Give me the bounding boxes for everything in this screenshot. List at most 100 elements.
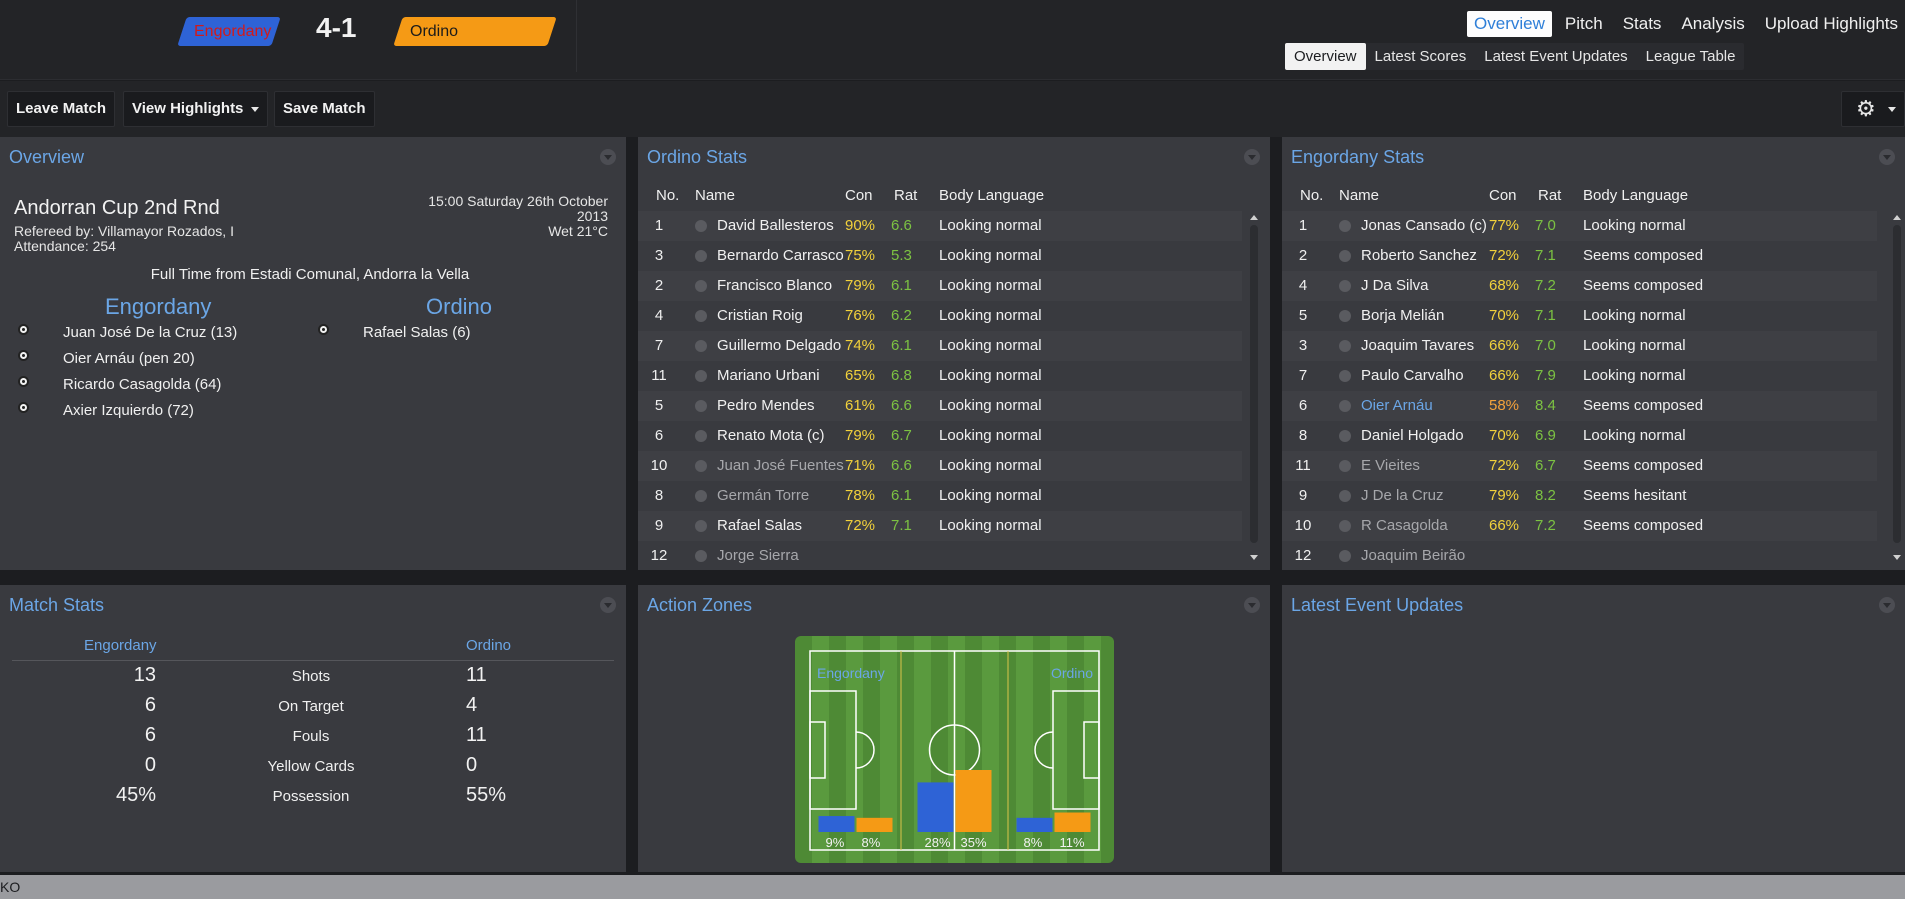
scroll-down-icon[interactable] — [1250, 555, 1258, 560]
table-row[interactable]: 8 Daniel Holgado 70% 6.9 Looking normal — [1282, 421, 1877, 451]
player-name[interactable]: Roberto Sanchez — [1361, 241, 1477, 271]
player-name[interactable]: Joaquim Tavares — [1361, 331, 1474, 361]
col-body-language[interactable]: Body Language — [939, 187, 1044, 204]
table-row[interactable]: 11 E Vieites 72% 6.7 Seems composed — [1282, 451, 1877, 481]
player-name[interactable]: Joaquim Beirão — [1361, 541, 1465, 571]
info-icon[interactable] — [695, 430, 707, 442]
info-icon[interactable] — [695, 550, 707, 562]
player-name[interactable]: David Ballesteros — [717, 211, 834, 241]
info-icon[interactable] — [1339, 490, 1351, 502]
player-name[interactable]: Jonas Cansado (c) — [1361, 211, 1487, 241]
player-name[interactable]: Juan José Fuentes — [717, 451, 844, 481]
player-name[interactable]: Rafael Salas — [717, 511, 802, 541]
nav-overview[interactable]: Overview — [1467, 11, 1552, 37]
table-row[interactable]: 2 Roberto Sanchez 72% 7.1 Seems composed — [1282, 241, 1877, 271]
nav-stats[interactable]: Stats — [1616, 11, 1669, 37]
player-name[interactable]: Bernardo Carrasco — [717, 241, 844, 271]
table-row[interactable]: 12 Jorge Sierra — [638, 541, 1242, 571]
table-row[interactable]: 9 Rafael Salas 72% 7.1 Looking normal — [638, 511, 1242, 541]
player-name[interactable]: Mariano Urbani — [717, 361, 820, 391]
player-name[interactable]: Oier Arnáu — [1361, 391, 1433, 421]
col-con[interactable]: Con — [845, 187, 873, 204]
scrollbar[interactable] — [1250, 215, 1258, 565]
col-name[interactable]: Name — [1339, 187, 1379, 204]
nav-upload-highlights[interactable]: Upload Highlights — [1758, 11, 1905, 37]
table-row[interactable]: 2 Francisco Blanco 79% 6.1 Looking normal — [638, 271, 1242, 301]
subnav-latest-scores[interactable]: Latest Scores — [1366, 43, 1476, 70]
player-name[interactable]: Paulo Carvalho — [1361, 361, 1464, 391]
nav-pitch[interactable]: Pitch — [1558, 11, 1610, 37]
subnav-latest-event-updates[interactable]: Latest Event Updates — [1475, 43, 1636, 70]
collapse-icon[interactable] — [1244, 597, 1260, 613]
table-row[interactable]: 11 Mariano Urbani 65% 6.8 Looking normal — [638, 361, 1242, 391]
info-icon[interactable] — [695, 370, 707, 382]
player-name[interactable]: J De la Cruz — [1361, 481, 1444, 511]
col-body-language[interactable]: Body Language — [1583, 187, 1688, 204]
table-row[interactable]: 12 Joaquim Beirão — [1282, 541, 1877, 571]
table-row[interactable]: 5 Pedro Mendes 61% 6.6 Looking normal — [638, 391, 1242, 421]
away-team-badge[interactable]: Ordino — [393, 17, 557, 46]
info-icon[interactable] — [1339, 310, 1351, 322]
table-row[interactable]: 6 Renato Mota (c) 79% 6.7 Looking normal — [638, 421, 1242, 451]
info-icon[interactable] — [1339, 220, 1351, 232]
subnav-league-table[interactable]: League Table — [1637, 43, 1745, 70]
info-icon[interactable] — [695, 490, 707, 502]
col-no[interactable]: No. — [656, 187, 679, 204]
col-no[interactable]: No. — [1300, 187, 1323, 204]
player-name[interactable]: Germán Torre — [717, 481, 809, 511]
table-row[interactable]: 7 Guillermo Delgado 74% 6.1 Looking normal — [638, 331, 1242, 361]
info-icon[interactable] — [1339, 460, 1351, 472]
info-icon[interactable] — [695, 310, 707, 322]
col-name[interactable]: Name — [695, 187, 735, 204]
table-row[interactable]: 3 Joaquim Tavares 66% 7.0 Looking normal — [1282, 331, 1877, 361]
player-name[interactable]: Borja Melián — [1361, 301, 1444, 331]
info-icon[interactable] — [695, 280, 707, 292]
subnav-overview[interactable]: Overview — [1285, 43, 1366, 70]
info-icon[interactable] — [695, 250, 707, 262]
save-match-button[interactable]: Save Match — [274, 91, 375, 127]
info-icon[interactable] — [1339, 370, 1351, 382]
scroll-track[interactable] — [1893, 225, 1901, 543]
player-name[interactable]: E Vieites — [1361, 451, 1420, 481]
collapse-icon[interactable] — [1244, 149, 1260, 165]
player-name[interactable]: Guillermo Delgado — [717, 331, 841, 361]
scroll-track[interactable] — [1250, 225, 1258, 543]
table-row[interactable]: 8 Germán Torre 78% 6.1 Looking normal — [638, 481, 1242, 511]
info-icon[interactable] — [1339, 340, 1351, 352]
info-icon[interactable] — [1339, 250, 1351, 262]
view-highlights-button[interactable]: View Highlights — [123, 91, 269, 127]
info-icon[interactable] — [1339, 520, 1351, 532]
col-rat[interactable]: Rat — [894, 187, 917, 204]
player-name[interactable]: Cristian Roig — [717, 301, 803, 331]
table-row[interactable]: 4 Cristian Roig 76% 6.2 Looking normal — [638, 301, 1242, 331]
collapse-icon[interactable] — [1879, 597, 1895, 613]
info-icon[interactable] — [1339, 280, 1351, 292]
table-row[interactable]: 9 J De la Cruz 79% 8.2 Seems hesitant — [1282, 481, 1877, 511]
player-name[interactable]: Francisco Blanco — [717, 271, 832, 301]
home-team-badge[interactable]: Engordany — [177, 17, 281, 46]
scroll-up-icon[interactable] — [1250, 215, 1258, 220]
info-icon[interactable] — [695, 460, 707, 472]
table-row[interactable]: 6 Oier Arnáu 58% 8.4 Seems composed — [1282, 391, 1877, 421]
info-icon[interactable] — [1339, 430, 1351, 442]
table-row[interactable]: 5 Borja Melián 70% 7.1 Looking normal — [1282, 301, 1877, 331]
info-icon[interactable] — [695, 340, 707, 352]
col-con[interactable]: Con — [1489, 187, 1517, 204]
table-row[interactable]: 4 J Da Silva 68% 7.2 Seems composed — [1282, 271, 1877, 301]
scroll-down-icon[interactable] — [1893, 555, 1901, 560]
info-icon[interactable] — [695, 400, 707, 412]
info-icon[interactable] — [1339, 400, 1351, 412]
table-row[interactable]: 7 Paulo Carvalho 66% 7.9 Looking normal — [1282, 361, 1877, 391]
player-name[interactable]: Pedro Mendes — [717, 391, 815, 421]
settings-button[interactable]: ⚙ — [1841, 91, 1905, 127]
info-icon[interactable] — [695, 520, 707, 532]
info-icon[interactable] — [695, 220, 707, 232]
player-name[interactable]: J Da Silva — [1361, 271, 1429, 301]
player-name[interactable]: Daniel Holgado — [1361, 421, 1464, 451]
info-icon[interactable] — [1339, 550, 1351, 562]
player-name[interactable]: Renato Mota (c) — [717, 421, 825, 451]
leave-match-button[interactable]: Leave Match — [7, 91, 116, 127]
scrollbar[interactable] — [1893, 215, 1901, 565]
table-row[interactable]: 1 David Ballesteros 90% 6.6 Looking normal — [638, 211, 1242, 241]
collapse-icon[interactable] — [600, 597, 616, 613]
